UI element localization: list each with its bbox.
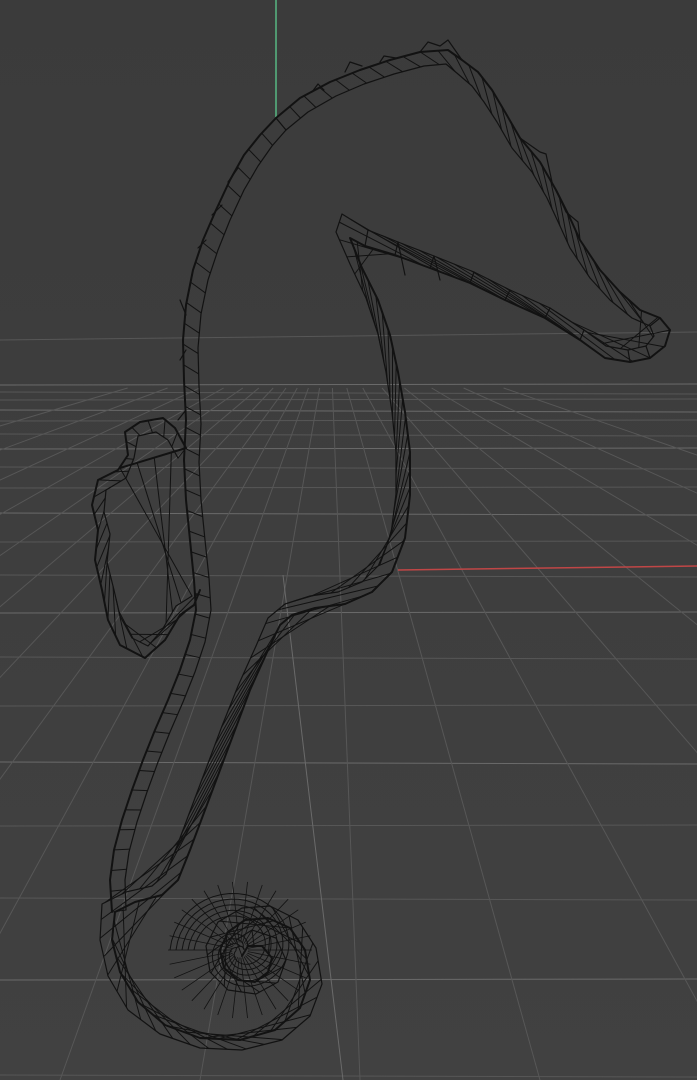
edge-loop-segment <box>131 789 148 792</box>
edge-loop-segment <box>114 848 130 851</box>
edge-loop-segment <box>125 458 134 460</box>
3d-viewport[interactable] <box>0 0 697 1080</box>
viewport-canvas[interactable] <box>0 0 697 1080</box>
